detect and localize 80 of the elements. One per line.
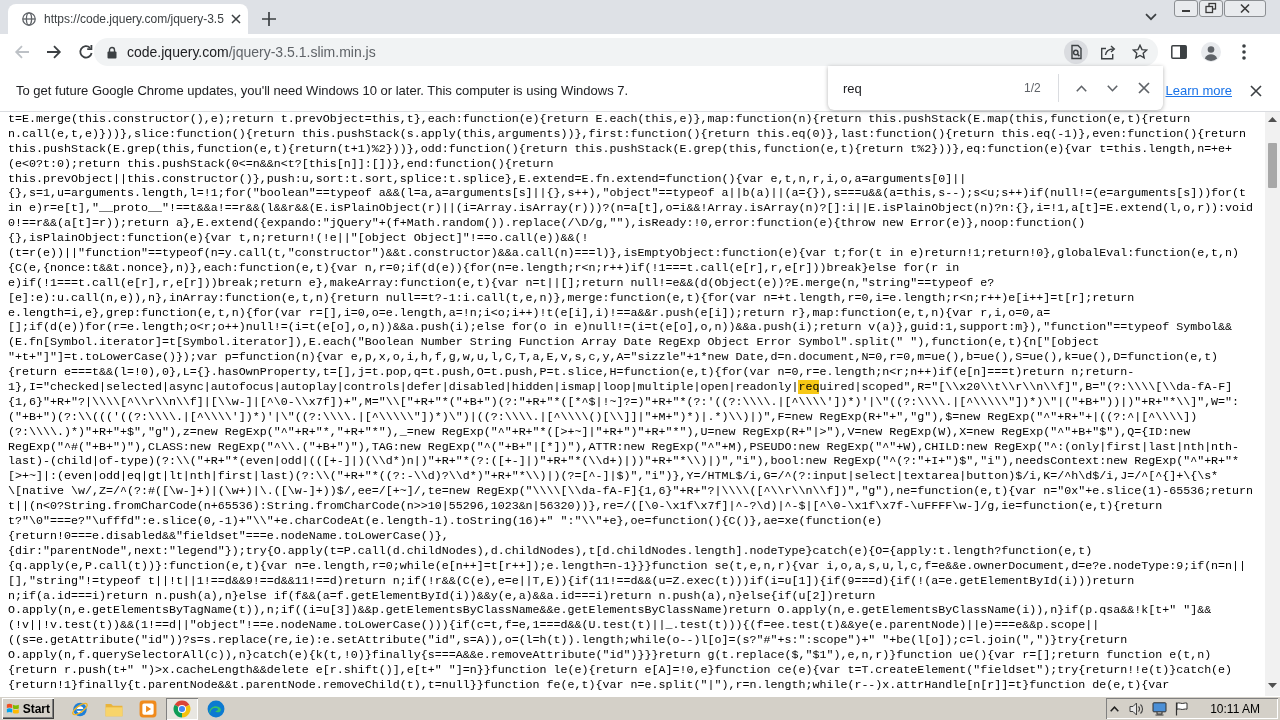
- avatar-icon[interactable]: [1201, 42, 1221, 62]
- ring-logo-icon: [173, 699, 191, 718]
- code-line: e)if(!1===t.call(e[r],r,e[r]))break;return e},makeArray:function(e,t){var n=t||[];return null!=e&&(d(Object(e))?E.merge(n,"string"==typeof e?: [8, 275, 996, 291]
- code-line: last)-(child|of-type)(?:\\("+R+"*(even|odd|(([+-]|)(\\d*)n|)"+R+"*(?:([+-]|)"+R+"*(\\d+)|))"+R+"*\\)|)","i"),bool:new RegExp("^(?:"+I+")$","i"),needsContext:new RegExp("^"+R+"*: [8, 454, 1241, 470]
- plus-icon[interactable]: [262, 12, 276, 26]
- code-line: (t=r(e))||"function"==typeof(n=y.call(t,"constructor")&&t.constructor)&&a.call(n)===l)},isEmptyObject:function(e){var t;for(t in e)return!1;return!0},globalEval:function(e,t,n): [8, 246, 1241, 261]
- chevron-down-icon[interactable]: [1106, 84, 1118, 92]
- code-line: this.pushStack(E.grep(this,function(e,t){return(t+1)%2}))},odd:function(){return this.pushStack(E.grep(this,function(e,t){return t%2}))},eq:function(e){var t=this.length,n=+e+: [8, 141, 1234, 157]
- code-line: [];if(d(e))for(r=e.length;o<r;o++)null!=(i=t(e[o],o,n))&&a.push(i);else for(o in e)null!=(i=t(e[o],o,n))&&a.push(i);return v(a)},guid:1,support:m}),"function"==typeof Symbol&&: [8, 320, 1234, 336]
- code-line: (E.fn[Symbol.iterator]=t[Symbol.iterator]),E.each("Boolean Number String Function Array Date RegExp Object Error Symbol".split(" "),function(e,t){n["[object: [8, 335, 1101, 351]
- start-button[interactable]: Start: [2, 698, 54, 719]
- star-icon[interactable]: [1132, 44, 1148, 60]
- code-line: 0!==r&&(a[t]=r));return a},E.extend({expando:"jQuery"+(f+Math.random()).replace(/\D/g,""),isReady:!0,error:function(e){throw new Error(e)},noop:function(): [8, 216, 1087, 232]
- code-line: {return!1}finally{t.parentNode&&t.parentNode.removeChild(t),t=null}}function fe(e,t){var n=e.split("|"),r=n.length;while(r--)x.attrHandle[n[r]]=t}function de(e,t){var: [8, 677, 1171, 693]
- code-line: \[native \w/,Z=/^(?:#([\w-]+)|(\w+)|\.([\w-]+))$/,ee=/[+~]/,te=new RegExp("\\\\[\\da-fA-F]{1,6}"+R+"?|\\\\([^\\r\\n\\f])","g"),ne=function(e,t){var n="0x"+e.slice(1)-65536;return: [8, 484, 1255, 500]
- code-line: [>+~]|:(even|odd|eq|gt|lt|nth|first|last)(?:\\("+R+"*((?:-\\d)?\\d*)"+R+"*\\)|)(?=[^-]|$)","i")},Y=/HTML$/i,G=/^(?:input|select|textarea|button)$/i,K=/^h\d$/i,J=/^[^{]+\{\s*: [8, 469, 1220, 485]
- share-icon[interactable]: [1100, 44, 1116, 60]
- code-line: {},s=1,u=arguments.length,l=!1;for("boolean"==typeof a&&(l=a,a=arguments[s]||{},s++),"object"==typeof a||b(a)||(a={}),s===u&&(a=this,s--);s<u;s++)if(null!=(e=arguments[s]))for(t: [8, 186, 1248, 202]
- code-line: (!v||!v.test(t))&&(1!==d||"object"!==e.nodeName.toLowerCase())){if(c=t,f=e,1===d&&(U.test(t)||_.test(t))){(f=ee.test(t)&&ye(e.parentNode)||e)===e&&p.scope||: [8, 618, 1101, 634]
- code-line: (?:\\\\.)*)"+R+"+$","g"),z=new RegExp("^"+R+"*,"+R+"*"),_=new RegExp("^"+R+"*([>+~]|"+R+")"+R+"*"),U=new RegExp(R+"|>"),V=new RegExp(W),X=new RegExp("^"+B+"$"),Q={ID:new: [8, 424, 1192, 440]
- forward-arrow-icon[interactable]: [46, 44, 62, 60]
- code-line: [e]:e):u.call(n,e)),n},inArray:function(e,t,n){return null==t?-1:i.call(t,e,n)},merge:function(e,t){for(var n=+t.length,r=0,i=e.length;r<n;r++)e[i++]=t[r];return: [8, 290, 1136, 306]
- minimize-icon[interactable]: [1174, 0, 1198, 17]
- code-line: O.apply(n,e.getElementsByTagName(t)),n;if((i=u[3])&&p.getElementsByClassName&&e.getElementsByClassName)return O.apply(n,e.getElementsByClassName(i)),n}if(p.qsa&&!k[t+" "]&&: [8, 603, 1213, 619]
- code-line: {return r.push(t+" ")>x.cacheLength&&delete e[r.shift()],e[t+" "]=n}}function le(e){return e[A]=!0,e}function ce(e){var t=T.createElement("fieldset");try{return!!e(t)}catch(e): [8, 662, 1234, 678]
- globe-icon: [22, 12, 36, 26]
- code-line: {1,6}"+R+"?|\\\\[^\\r\\n\\f]|[\\w-]|[^\0-\\x7f])+",M="\\["+R+"*("+B+")(?:"+R+"*([*^$|!~]?=)"+R+"*(?:'((?:\\\\.|[^\\\\'])*)'|\"((?:\\\\.|[^\\\\\"])*)\"|("+B+"))|)"+R+"*\\]",W=":: [8, 394, 1241, 410]
- code-line: t=E.merge(this.constructor(),e);return t.prevObject=this,t},each:function(e){return E.each(this,e)},map:function(n){return this.pushStack(E.map(this,function(e,t){return: [8, 112, 1192, 127]
- code-line: "+t+"]"]=t.toLowerCase()});var p=function(n){var e,p,x,o,i,h,f,g,w,u,l,C,T,a,E,v,s,c,y,A="sizzle"+1*new Date,d=n.document,N=0,r=0,m=ue(),b=ue(),S=ue(),k=ue(),D=function(e,t): [8, 350, 1220, 366]
- close-icon[interactable]: [231, 14, 241, 24]
- close-icon[interactable]: [1250, 84, 1262, 97]
- scrollbar-thumb[interactable]: [1268, 143, 1277, 188]
- code-line: ("+B+")(?:\\((('((?:\\\\.|[^\\\\'])*)'|\"((?:\\\\.|[^\\\\\"])*)\")|((?:\\\\.|[^\\\\()[\\]]|"+M+")*)|.*)\\)|)",F=new RegExp(R+"+","g"),$=new RegExp("^"+R+"+|((?:^|[^\\\\]): [8, 409, 1199, 425]
- network-icon[interactable]: [1152, 701, 1168, 716]
- flag-icon[interactable]: [1175, 701, 1189, 716]
- more-menu-icon[interactable]: [1242, 44, 1246, 60]
- code-line: t?"\0"===e?"\ufffd":e.slice(0,-1)+"\\"+e.charCodeAt(e.length-1).toString(16)+" ":"\\"+e},oe=function(){C()},ae=xe(function(e): [8, 514, 884, 529]
- reload-icon[interactable]: [78, 44, 94, 60]
- restore-icon[interactable]: [1199, 0, 1223, 17]
- code-line: 1},I="checked|selected|async|autofocus|autoplay|controls|defer|disabled|hidden|ismap|loop|multiple|open|readonly|required|scoped",R="[\\x20\\t\\r\\n\\f]",B="(?:\\\\[\\da-fA-F]: [8, 380, 1234, 395]
- side-panel-icon[interactable]: [1171, 45, 1187, 59]
- code-line: n.call(e,t,e)}))},slice:function(){return this.pushStack(s.apply(this,arguments))},first:function(){return this.eq(0)},last:function(){return this.eq(-1)},even:function(){return: [8, 126, 1248, 142]
- code-line: {dir:"parentNode",next:"legend"});try{O.apply(t=P.call(d.childNodes),d.childNodes),t[d.childNodes.length].nodeType}catch(e){O={apply:t.length?function(e,t): [8, 543, 1094, 559]
- lock-icon[interactable]: [107, 45, 117, 59]
- code-line: O.apply(n,f.querySelectorAll(c)),n}catch(e){k(t,!0)}finally{s===A&&e.removeAttribute("id")}}}return g(t.replace($,"$1"),e,n,r)}function ue(){var r=[];return function e(t,n): [8, 648, 1213, 663]
- code-line: n;if(a.id===i)return n.push(a),n}else if(f&&(a=f.getElementById(i))&&y(e,a)&&a.id===i)return n.push(a),n}else{if(u[2])return: [8, 588, 877, 604]
- match-count: 1/2: [1024, 81, 1041, 95]
- code-line: {C(e,{nonce:t&&t.nonce},n)},each:function(e,t){var n,r=0;if(d(e)){for(n=e.length;r<n;r++)if(!1===t.call(e[r],r,e[r]))break}else for(r in: [8, 260, 961, 276]
- code-line: t||(n<0?String.fromCharCode(n+65536):String.fromCharCode(n>>10|55296,1023&n|56320))},re=/([\0-\x1f\x7f]|^-?\d)|^-$|[^\0-\x1f\x7f-\uFFFF\w-]/g,ie=function(e,t){return: [8, 499, 1164, 515]
- address-bar[interactable]: code.jquery.com/jquery-3.5.1.slim.min.js: [94, 38, 1158, 66]
- close-icon[interactable]: [1137, 82, 1150, 94]
- code-line: RegExp("^#("+B+")"),CLASS:new RegExp("^\\.("+B+")"),TAG:new RegExp("^("+B+"|[*])"),ATTR:new RegExp("^"+M),PSEUDO:new RegExp("^"+W),CHILD:new RegExp("^:(only|first|last|nth|nth-: [8, 439, 1241, 455]
- code-line: ((s=e.getAttribute("id"))?s=s.replace(re,ie):e.setAttribute("id",s=A)),o=(l=h(t)).length;while(o--)l[o]=(s?"#"+s:":scope")+" "+be(l[o]);c=l.join(",")}try{return: [8, 633, 1129, 649]
- close-icon[interactable]: [1224, 0, 1266, 17]
- chevron-up-icon[interactable]: [1110, 705, 1120, 712]
- code-line: {return!0===e.disabled&&"fieldset"===e.nodeName.toLowerCase()},: [8, 528, 450, 544]
- code-line: this.prevObject||this.constructor()},push:u,sort:t.sort,splice:t.splice},E.extend=E.fn.extend=function(){var e,t,n,r,i,o,a=arguments[0]||: [8, 171, 968, 187]
- code-line: in e)r=e[t],"__proto__"!==t&&a!==r&&(l&&r&&(E.isPlainObject(r)||(i=Array.isArray(r)))?(n=a[t],o=i&&!Array.isArray(n)?[]:i||E.isPlainObject(n)?n:{},i=!1,a[t]=E.extend(l,o,r)):void: [8, 201, 1255, 217]
- learn-more-link[interactable]: Learn more: [1165, 83, 1232, 98]
- code-line: [],"string"!=typeof t||!t||1!==d&&9!==d&&11!==d)return n;if(!r&&(C(e),e=e||T,E)){if(11!==d&&(u=Z.exec(t)))if(i=u[1]){if(9===d){if(!(a=e.getElementById(i)))return: [8, 573, 1136, 589]
- speaker-icon[interactable]: [1129, 701, 1145, 716]
- code-line: e.length=i,e},grep:function(e,t,n){for(var r=[],i=0,o=e.length,a=!n;i<o;i++)!t(e[i],i)!==a&&r.push(e[i]);return r},map:function(e,t,n){var r,i,o=0,a=: [8, 305, 1052, 321]
- code-line: {},isPlainObject:function(e){var t,n;return!(!e||"[object Object]"!==o.call(e))&&(!: [8, 231, 590, 246]
- url-text: code.jquery.com/jquery-3.5.1.slim.min.js: [127, 44, 376, 60]
- four-pane-flag-icon: [6, 701, 20, 716]
- clock-time[interactable]: 10:11 AM: [1210, 701, 1260, 716]
- taskbar-button[interactable]: [166, 697, 198, 720]
- code-line: (e<0?t:0);return this.pushStack(0<=n&&n<t?[this[n]]:[])},end:function(){return: [8, 156, 555, 172]
- wave-logo-icon: [207, 699, 225, 718]
- chevron-down-icon[interactable]: [1145, 13, 1157, 21]
- scroll-down-arrow-icon[interactable]: [1268, 683, 1277, 688]
- code-line: {q.apply(e,P.call(t))}:function(e,t){var n=e.length,r=0;while(e[n++]=t[r++]);e.length=n-1}}}function se(t,e,n,r){var i,o,a,s,u,l,c,f=e&&e.ownerDocument,d=e?e.nodeType:9;if(n=n||: [8, 558, 1248, 574]
- find-field[interactable]: req: [843, 80, 1013, 96]
- scrollbar[interactable]: [1265, 112, 1280, 696]
- find-in-page-icon[interactable]: [1064, 40, 1088, 64]
- code-line: {return e===t&&(l=!0),0},L={}.hasOwnProperty,t=[],j=t.pop,q=t.push,O=t.push,P=t.slice,H=function(e,t){for(var n=0,r=e.length;n<r;n++)if(e[n]===t)return n;return-: [8, 365, 1136, 381]
- chevron-up-icon[interactable]: [1075, 84, 1087, 92]
- browser-tab[interactable]: https://code.jquery.com/jquery-3.5: [8, 4, 248, 34]
- infobar-message: To get future Google Chrome updates, you'll need Windows 10 or later. This computer is using Windows 7.: [16, 83, 629, 98]
- scroll-up-arrow-icon[interactable]: [1268, 117, 1277, 122]
